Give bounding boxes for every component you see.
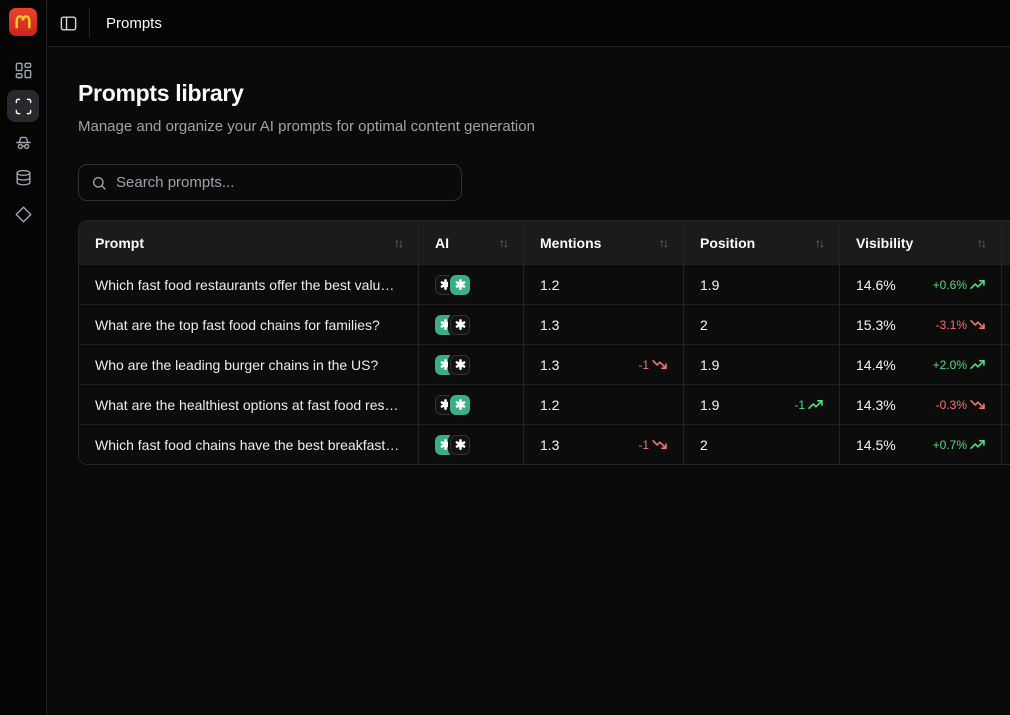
trending-up-icon [808, 399, 823, 410]
ai-badges [435, 275, 470, 295]
grid-dashboard-icon [14, 61, 33, 80]
visibility-value: 15.3% [856, 317, 896, 333]
page-title: Prompts library [78, 80, 1010, 107]
column-header-visibility[interactable]: Visibility ↑↓ [839, 221, 1001, 264]
sidebar-nav [7, 54, 39, 230]
prompt-text: What are the top fast food chains for fa… [95, 317, 380, 333]
sidebar-item-dashboard[interactable] [7, 54, 39, 86]
page-subtitle: Manage and organize your AI prompts for … [78, 118, 1010, 135]
table-row[interactable]: Who are the leading burger chains in the… [79, 344, 1010, 384]
visibility-value: 14.3% [856, 397, 896, 413]
trend-down-delta: -1 [638, 358, 667, 372]
sidebar-item-prompts[interactable] [7, 90, 39, 122]
trend-up-delta: -1 [794, 398, 823, 412]
search-box[interactable] [78, 164, 462, 201]
column-label: Position [700, 235, 755, 251]
position-value: 2 [700, 437, 708, 453]
trending-down-icon [970, 319, 985, 330]
sort-icon: ↑↓ [815, 236, 823, 250]
position-value: 1.9 [700, 277, 719, 293]
table-row[interactable]: Which fast food chains have the best bre… [79, 424, 1010, 464]
openai-icon [450, 355, 470, 375]
sort-icon: ↑↓ [499, 236, 507, 250]
main-content: Prompts library Manage and organize your… [48, 47, 1010, 715]
topbar-divider [89, 8, 90, 38]
trending-down-icon [970, 399, 985, 410]
prompt-text: What are the healthiest options at fast … [95, 397, 402, 413]
topbar-title: Prompts [106, 15, 162, 32]
table-row[interactable]: What are the healthiest options at fast … [79, 384, 1010, 424]
visibility-value: 14.4% [856, 357, 896, 373]
trend-up-delta: +2.0% [933, 358, 985, 372]
ai-badges [435, 355, 470, 375]
table-row[interactable]: What are the top fast food chains for fa… [79, 304, 1010, 344]
sort-icon: ↑↓ [659, 236, 667, 250]
column-header-prompt[interactable]: Prompt ↑↓ [79, 221, 418, 264]
openai-icon [450, 315, 470, 335]
mcdonalds-logo-icon[interactable] [9, 8, 37, 36]
chatgpt-icon [450, 275, 470, 295]
mentions-value: 1.2 [540, 397, 559, 413]
visibility-value: 14.6% [856, 277, 896, 293]
mentions-value: 1.2 [540, 277, 559, 293]
visibility-value: 14.5% [856, 437, 896, 453]
column-label: Prompt [95, 235, 144, 251]
column-label: AI [435, 235, 449, 251]
prompts-table: Prompt ↑↓ AI ↑↓ Mentions ↑↓ Position ↑↓ Visi… [79, 221, 1010, 464]
sidebar-item-diamond[interactable] [7, 198, 39, 230]
prompt-text: Who are the leading burger chains in the… [95, 357, 378, 373]
ai-badges [435, 395, 470, 415]
position-value: 1.9 [700, 357, 719, 373]
trend-up-delta: +0.6% [933, 278, 985, 292]
column-label: Mentions [540, 235, 601, 251]
column-header-extra [1001, 221, 1010, 264]
mentions-value: 1.3 [540, 437, 559, 453]
sidebar-item-incognito[interactable] [7, 126, 39, 158]
database-icon [14, 169, 33, 188]
ai-badges [435, 435, 470, 455]
trending-up-icon [970, 439, 985, 450]
trend-down-delta: -1 [638, 438, 667, 452]
sidebar [0, 0, 47, 715]
diamond-icon [14, 205, 33, 224]
sidebar-toggle-button[interactable] [53, 8, 83, 38]
trend-down-delta: -3.1% [936, 318, 985, 332]
topbar: Prompts [48, 0, 1010, 47]
incognito-icon [14, 133, 33, 152]
mentions-value: 1.3 [540, 317, 559, 333]
column-label: Visibility [856, 235, 913, 251]
trend-up-delta: +0.7% [933, 438, 985, 452]
position-value: 1.9 [700, 397, 719, 413]
scan-icon [14, 97, 33, 116]
prompts-table-wrap: Prompt ↑↓ AI ↑↓ Mentions ↑↓ Position ↑↓ Visi… [78, 220, 1010, 465]
column-header-mentions[interactable]: Mentions ↑↓ [523, 221, 683, 264]
openai-icon [450, 435, 470, 455]
sort-icon: ↑↓ [394, 236, 402, 250]
trending-down-icon [652, 359, 667, 370]
column-header-position[interactable]: Position ↑↓ [683, 221, 839, 264]
prompt-text: Which fast food chains have the best bre… [95, 437, 402, 453]
panel-left-icon [59, 14, 78, 33]
search-icon [91, 175, 107, 191]
table-row[interactable]: Which fast food restaurants offer the be… [79, 264, 1010, 304]
chatgpt-icon [450, 395, 470, 415]
trending-up-icon [970, 279, 985, 290]
prompt-text: Which fast food restaurants offer the be… [95, 277, 402, 293]
ai-badges [435, 315, 470, 335]
table-header-row: Prompt ↑↓ AI ↑↓ Mentions ↑↓ Position ↑↓ Visi… [79, 221, 1010, 264]
position-value: 2 [700, 317, 708, 333]
sidebar-item-database[interactable] [7, 162, 39, 194]
trend-down-delta: -0.3% [936, 398, 985, 412]
column-header-ai[interactable]: AI ↑↓ [418, 221, 523, 264]
search-input[interactable] [116, 174, 449, 191]
trending-up-icon [970, 359, 985, 370]
trending-down-icon [652, 439, 667, 450]
mentions-value: 1.3 [540, 357, 559, 373]
sort-icon: ↑↓ [977, 236, 985, 250]
